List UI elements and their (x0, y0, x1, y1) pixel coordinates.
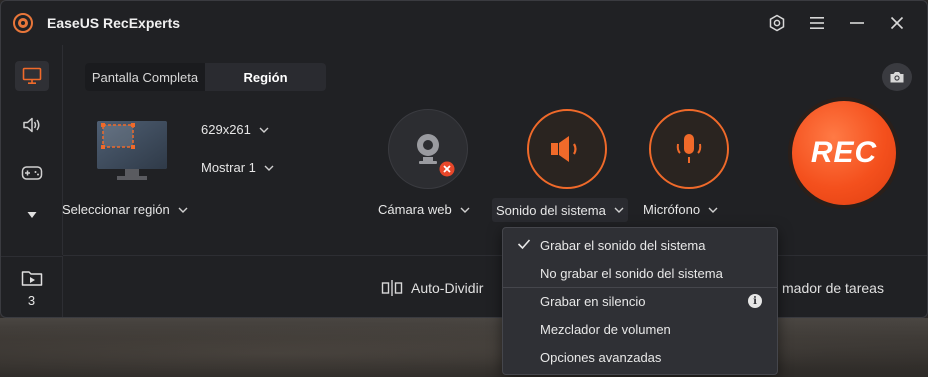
menu-item-record-system-sound[interactable]: Grabar el sonido del sistema (503, 231, 777, 259)
video-folder-icon (21, 270, 42, 286)
split-icon (381, 280, 403, 296)
speaker-icon (551, 136, 577, 162)
app-logo-icon (13, 13, 33, 33)
region-size-dropdown[interactable]: 629x261 (201, 122, 269, 137)
info-icon[interactable]: i (748, 294, 762, 308)
select-region-label: Seleccionar región (62, 202, 170, 217)
menu-item-no-system-sound[interactable]: No grabar el sonido del sistema (503, 259, 777, 287)
webcam-dropdown[interactable]: Cámara web (378, 202, 470, 217)
disabled-badge-icon (439, 161, 455, 177)
chevron-down-icon (178, 207, 188, 213)
tab-full-screen[interactable]: Pantalla Completa (85, 63, 205, 91)
triangle-down-icon (27, 212, 37, 218)
auto-split-button[interactable]: Auto-Dividir (381, 279, 483, 297)
display-value: Mostrar 1 (201, 160, 256, 175)
system-sound-label: Sonido del sistema (496, 202, 606, 218)
hamburger-icon (810, 17, 824, 29)
bottom-divider (63, 255, 927, 256)
speaker-icon (23, 117, 40, 133)
microphone-label: Micrófono (643, 202, 701, 217)
recordings-button[interactable]: 3 (1, 256, 63, 317)
chevron-down-icon (614, 207, 624, 213)
camera-icon (890, 72, 904, 83)
auto-split-label: Auto-Dividir (411, 280, 484, 296)
menu-item-volume-mixer[interactable]: Mezclador de volumen (503, 315, 777, 343)
minimize-button[interactable] (844, 11, 870, 35)
microphone-dropdown[interactable]: Micrófono (643, 202, 718, 217)
chevron-down-icon (460, 207, 470, 213)
webcam-label: Cámara web (378, 202, 452, 217)
select-region-dropdown[interactable]: Seleccionar región (62, 202, 188, 217)
menu-item-advanced-options[interactable]: Opciones avanzadas (503, 343, 777, 371)
title-bar: EaseUS RecExperts (1, 1, 927, 45)
close-button[interactable] (884, 11, 910, 35)
settings-hex-icon (769, 14, 785, 32)
app-title: EaseUS RecExperts (47, 15, 181, 31)
checkmark-icon (517, 239, 531, 250)
record-button-label: REC (810, 136, 878, 169)
minimize-icon (850, 22, 864, 24)
mode-tabs: Pantalla Completa Región (85, 63, 326, 91)
display-dropdown[interactable]: Mostrar 1 (201, 160, 274, 175)
microphone-button[interactable] (649, 109, 729, 189)
chevron-down-icon (264, 165, 274, 171)
tab-region[interactable]: Región (205, 63, 326, 91)
gamepad-icon (21, 166, 43, 180)
sidebar (1, 45, 63, 255)
system-sound-dropdown[interactable]: Sonido del sistema (492, 198, 628, 222)
task-scheduler-button[interactable]: mador de tareas (782, 280, 884, 296)
record-button[interactable]: REC (792, 101, 896, 205)
chevron-down-icon (708, 207, 718, 213)
app-window: EaseUS RecExperts 3 Pantalla Completa Re… (0, 0, 928, 318)
screenshot-button[interactable] (882, 63, 912, 91)
sidebar-item-game[interactable] (15, 158, 49, 188)
sidebar-item-screen[interactable] (15, 61, 49, 91)
system-sound-menu: Grabar el sonido del sistema No grabar e… (502, 227, 778, 375)
microphone-icon (676, 134, 702, 163)
system-sound-button[interactable] (527, 109, 607, 189)
settings-button[interactable] (764, 11, 790, 35)
region-monitor-icon[interactable] (95, 119, 169, 183)
recordings-count: 3 (27, 292, 36, 308)
webcam-button[interactable] (388, 109, 468, 189)
desktop-wallpaper (0, 318, 928, 377)
chevron-down-icon (259, 127, 269, 133)
monitor-icon (22, 67, 42, 85)
menu-item-record-silently[interactable]: Grabar en silencio i (503, 287, 777, 315)
sidebar-more-button[interactable] (15, 200, 49, 230)
sidebar-item-audio[interactable] (15, 110, 49, 140)
menu-button[interactable] (804, 11, 830, 35)
close-icon (890, 16, 904, 30)
region-size-value: 629x261 (201, 122, 251, 137)
